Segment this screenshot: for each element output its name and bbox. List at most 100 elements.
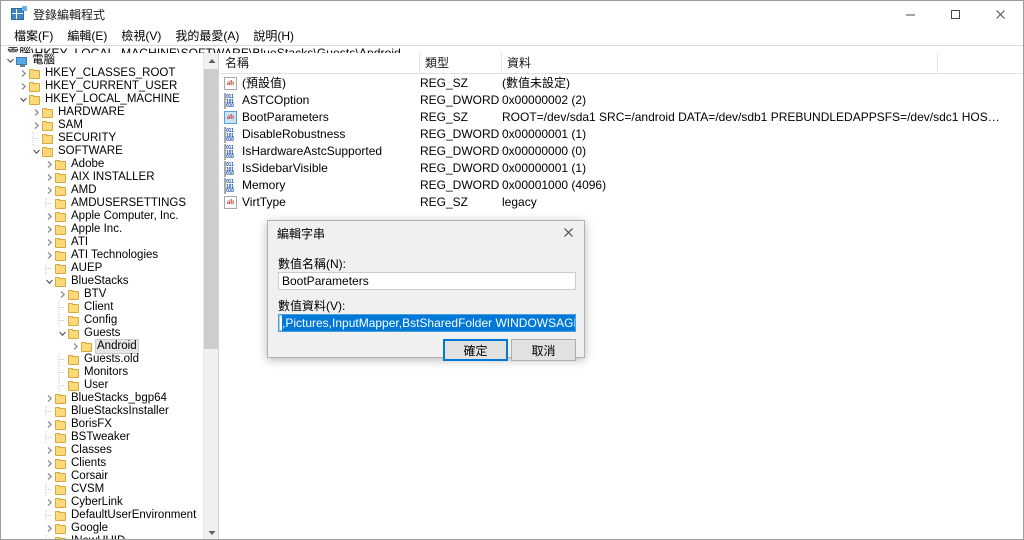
tree-item-sam[interactable]: SAM <box>1 119 203 132</box>
close-button[interactable] <box>978 1 1023 27</box>
tree-item-config[interactable]: Config <box>1 314 203 327</box>
folder-icon <box>29 81 40 92</box>
chevron-down-icon[interactable] <box>5 54 16 67</box>
tree-item-defaultuserenvironment[interactable]: DefaultUserEnvironment <box>1 509 203 522</box>
tree-item-apple-inc[interactable]: Apple Inc. <box>1 223 203 236</box>
tree-item-adobe[interactable]: Adobe <box>1 158 203 171</box>
value-row[interactable]: ab BootParameters REG_SZ ROOT=/dev/sda1 SRC… <box>220 109 1023 126</box>
tree-item-hkey-classes-root[interactable]: HKEY_CLASSES_ROOT <box>1 67 203 80</box>
tree-item-monitors[interactable]: Monitors <box>1 366 203 379</box>
tree-item-cvsm[interactable]: CVSM <box>1 483 203 496</box>
chevron-right-icon[interactable] <box>57 288 68 301</box>
chevron-right-icon[interactable] <box>44 496 55 509</box>
column-header-name[interactable]: 名稱 <box>220 53 420 73</box>
chevron-right-icon[interactable] <box>44 236 55 249</box>
tree-item-aix-installer[interactable]: AIX INSTALLER <box>1 171 203 184</box>
folder-icon <box>55 172 66 183</box>
chevron-right-icon[interactable] <box>44 470 55 483</box>
tree-item-btv[interactable]: BTV <box>1 288 203 301</box>
tree-item-auep[interactable]: AUEP <box>1 262 203 275</box>
tree-item-security[interactable]: SECURITY <box>1 132 203 145</box>
maximize-button[interactable] <box>933 1 978 27</box>
chevron-right-icon[interactable] <box>44 249 55 262</box>
tree-item-[interactable]: 電腦 <box>1 54 203 67</box>
chevron-right-icon[interactable] <box>44 444 55 457</box>
tree-item-hkey-current-user[interactable]: HKEY_CURRENT_USER <box>1 80 203 93</box>
chevron-right-icon[interactable] <box>44 210 55 223</box>
chevron-down-icon[interactable] <box>18 93 29 106</box>
tree-item-google[interactable]: Google <box>1 522 203 535</box>
tree-item-ati-technologies[interactable]: ATI Technologies <box>1 249 203 262</box>
value-row[interactable]: 011101010 IsHardwareAstcSupported REG_DWOR… <box>220 143 1023 160</box>
dialog-close-icon[interactable] <box>552 221 584 244</box>
value-row[interactable]: ab (預設值) REG_SZ (數值未設定) <box>220 75 1023 92</box>
chevron-right-icon[interactable] <box>31 106 42 119</box>
chevron-right-icon[interactable] <box>44 457 55 470</box>
dword-value-icon: 011101010 <box>224 161 237 177</box>
chevron-right-icon[interactable] <box>44 171 55 184</box>
tree-item-guests-old[interactable]: Guests.old <box>1 353 203 366</box>
menu-view[interactable]: 檢視(V) <box>114 28 168 45</box>
value-data-input[interactable]: ,Pictures,InputMapper,BstSharedFolder WI… <box>278 314 576 332</box>
tree-item-label: Guests.old <box>84 353 139 365</box>
tree-item-user[interactable]: User <box>1 379 203 392</box>
tree-item-bluestacks[interactable]: BlueStacks <box>1 275 203 288</box>
value-row[interactable]: 011101010 Memory REG_DWORD0x00001000 (4096… <box>220 177 1023 194</box>
chevron-down-icon[interactable] <box>57 327 68 340</box>
menu-help[interactable]: 說明(H) <box>246 28 301 45</box>
value-name-input[interactable]: BootParameters <box>278 272 576 290</box>
chevron-down-icon[interactable] <box>31 145 42 158</box>
tree-scroll-thumb[interactable] <box>204 69 218 349</box>
folder-icon <box>68 328 79 339</box>
chevron-right-icon[interactable] <box>44 522 55 535</box>
cancel-button[interactable]: 取消 <box>511 339 576 361</box>
scroll-up-icon[interactable] <box>204 53 218 69</box>
chevron-right-icon[interactable] <box>44 392 55 405</box>
tree-item-software[interactable]: SOFTWARE <box>1 145 203 158</box>
tree-item-bstweaker[interactable]: BSTweaker <box>1 431 203 444</box>
tree-item-apple-computer-inc[interactable]: Apple Computer, Inc. <box>1 210 203 223</box>
chevron-right-icon[interactable] <box>18 80 29 93</box>
value-row[interactable]: 011101010 IsSidebarVisible REG_DWORD0x0000… <box>220 160 1023 177</box>
tree-item-client[interactable]: Client <box>1 301 203 314</box>
tree-vertical-scrollbar[interactable] <box>203 53 218 539</box>
folder-icon <box>29 94 40 105</box>
tree-item-amd[interactable]: AMD <box>1 184 203 197</box>
chevron-right-icon[interactable] <box>44 418 55 431</box>
value-row[interactable]: ab VirtType REG_SZ legacy <box>220 194 1023 211</box>
tree-item-bluestacksinstaller[interactable]: BlueStacksInstaller <box>1 405 203 418</box>
chevron-right-icon[interactable] <box>31 119 42 132</box>
column-header-data[interactable]: 資料 <box>502 53 938 73</box>
value-row[interactable]: 011101010 DisableRobustness REG_DWORD0x000… <box>220 126 1023 143</box>
column-header-type[interactable]: 類型 <box>420 53 502 73</box>
menu-favorites[interactable]: 我的最愛(A) <box>168 28 246 45</box>
chevron-right-icon[interactable] <box>70 340 81 353</box>
tree-item-amdusersettings[interactable]: AMDUSERSETTINGS <box>1 197 203 210</box>
menu-file[interactable]: 檔案(F) <box>7 28 60 45</box>
chevron-right-icon[interactable] <box>44 158 55 171</box>
chevron-down-icon[interactable] <box>44 275 55 288</box>
tree-item-android[interactable]: Android <box>1 338 203 354</box>
tree-item-inewuuid[interactable]: INewUUID <box>1 535 203 539</box>
tree-item-classes[interactable]: Classes <box>1 444 203 457</box>
value-row[interactable]: 011101010 ASTCOption REG_DWORD0x00000002 (… <box>220 92 1023 109</box>
value-type: REG_SZ <box>420 76 469 90</box>
tree-item-bluestacks-bgp64[interactable]: BlueStacks_bgp64 <box>1 392 203 405</box>
tree-item-clients[interactable]: Clients <box>1 457 203 470</box>
tree-item-hardware[interactable]: HARDWARE <box>1 106 203 119</box>
tree-item-cyberlink[interactable]: CyberLink <box>1 496 203 509</box>
minimize-button[interactable] <box>888 1 933 27</box>
chevron-right-icon[interactable] <box>44 184 55 197</box>
ok-button[interactable]: 確定 <box>443 339 508 361</box>
computer-icon <box>16 56 27 67</box>
folder-icon <box>42 146 53 157</box>
scroll-down-icon[interactable] <box>204 525 218 539</box>
chevron-right-icon[interactable] <box>44 223 55 236</box>
tree-item-borisfx[interactable]: BorisFX <box>1 418 203 431</box>
tree-item-corsair[interactable]: Corsair <box>1 470 203 483</box>
chevron-right-icon[interactable] <box>18 67 29 80</box>
menu-edit[interactable]: 編輯(E) <box>60 28 114 45</box>
tree-item-ati[interactable]: ATI <box>1 236 203 249</box>
tree-item-label: Client <box>84 301 114 313</box>
tree-item-hkey-local-machine[interactable]: HKEY_LOCAL_MACHINE <box>1 93 203 106</box>
